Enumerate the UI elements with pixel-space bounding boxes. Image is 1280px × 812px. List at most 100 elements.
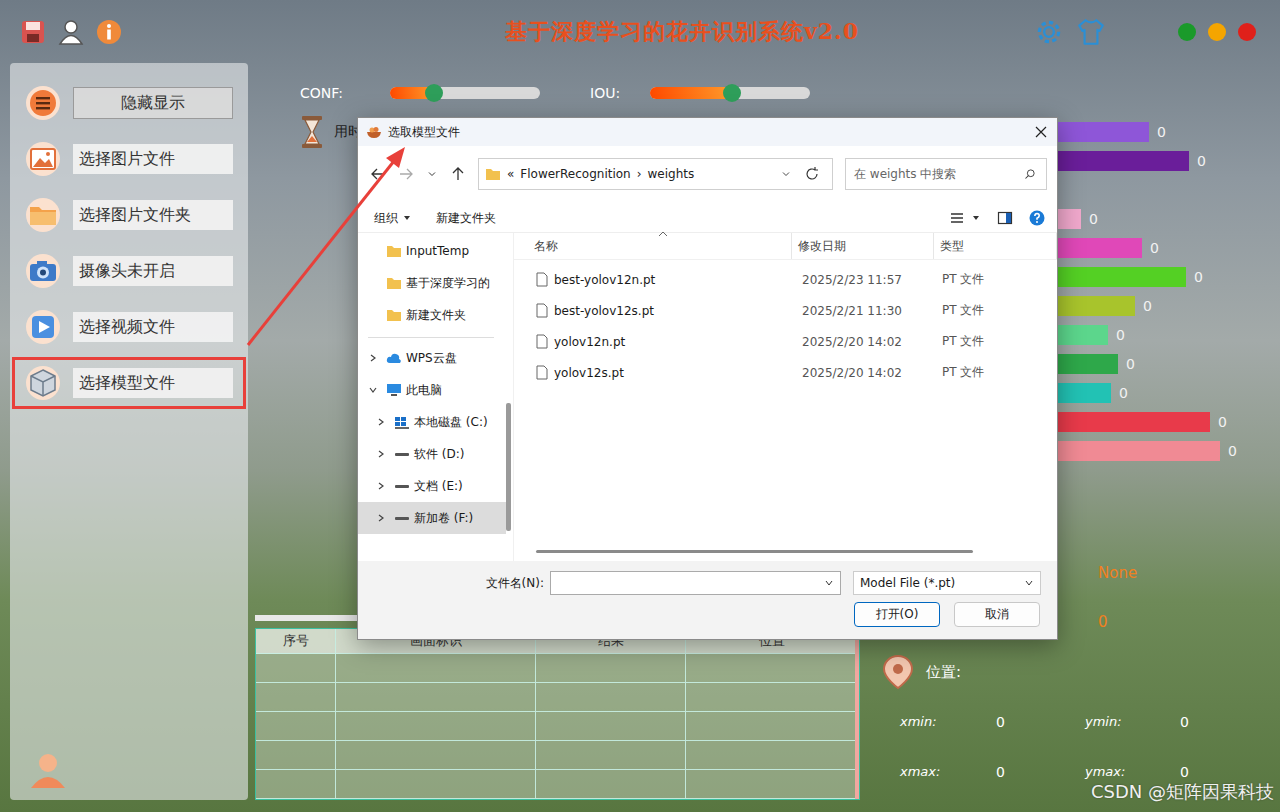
tree-item[interactable]: 基于深度学习的: [358, 267, 506, 299]
refresh-icon[interactable]: [804, 166, 820, 182]
sidebar-item[interactable]: 选择模型文件: [12, 357, 246, 409]
search-field[interactable]: 在 weights 中搜索: [845, 158, 1047, 190]
window-control-dot[interactable]: [1178, 23, 1196, 41]
collapsed-chevron-icon[interactable]: [376, 417, 386, 427]
drive-icon: [394, 447, 410, 461]
tree-item[interactable]: 此电脑: [358, 374, 506, 406]
slider-track[interactable]: [390, 87, 540, 99]
file-list: 名称 修改日期 类型 best-yolov12n.pt2025/2/23 11:5…: [513, 233, 1057, 561]
tree-item[interactable]: InputTemp: [358, 235, 506, 267]
toolbar-button[interactable]: 组织: [374, 210, 412, 227]
shirt-icon[interactable]: [1076, 17, 1106, 47]
tree-item[interactable]: 文档 (E:): [358, 470, 506, 502]
file-type-filter[interactable]: Model File (*.pt): [853, 571, 1041, 595]
user-avatar-icon[interactable]: [28, 750, 68, 790]
sidebar-item[interactable]: 选择图片文件夹: [12, 189, 246, 241]
column-header[interactable]: 序号: [256, 629, 336, 654]
collapsed-chevron-icon[interactable]: [376, 513, 386, 523]
table-cell: [336, 770, 536, 799]
address-caret-icon[interactable]: [780, 168, 792, 180]
table-scrollbar[interactable]: [855, 629, 859, 799]
preview-pane-icon[interactable]: [997, 210, 1013, 226]
sort-ascending-icon: [658, 231, 668, 237]
help-icon[interactable]: [1029, 210, 1045, 226]
history-caret-icon[interactable]: [426, 168, 438, 180]
title-bar: 基于深度学习的花卉识别系统v2.0: [0, 0, 1280, 63]
file-name: best-yolov12n.pt: [554, 273, 655, 287]
window-control-dot[interactable]: [1208, 23, 1226, 41]
dialog-button[interactable]: 打开(O): [854, 602, 940, 627]
back-arrow-icon[interactable]: [370, 166, 386, 182]
tree-item[interactable]: WPS云盘: [358, 342, 506, 374]
location-pin-icon: [880, 654, 916, 690]
collapsed-chevron-icon[interactable]: [368, 353, 378, 363]
horizontal-scrollbar[interactable]: [536, 550, 973, 553]
slider-track[interactable]: [650, 87, 810, 99]
table-row: [256, 741, 859, 770]
dialog-title: 选取模型文件: [388, 124, 1029, 141]
user-icon[interactable]: [58, 19, 84, 45]
dialog-button[interactable]: 取消: [954, 602, 1040, 627]
sidebar-label: 选择图片文件: [73, 144, 233, 174]
file-row[interactable]: best-yolov12s.pt2025/2/21 11:30PT 文件: [514, 295, 1057, 326]
slider: CONF:: [300, 85, 540, 101]
dialog-footer: 文件名(N): Model File (*.pt) 打开(O) 取消: [358, 561, 1057, 639]
file-icon: [536, 334, 548, 349]
annotation-arrow-icon: [0, 0, 1280, 812]
tree-scrollbar[interactable]: [506, 403, 511, 531]
info-icon[interactable]: [96, 19, 122, 45]
tree-label: 基于深度学习的: [406, 275, 490, 292]
coord-value: 0: [1180, 762, 1240, 782]
folder-icon: [485, 167, 501, 181]
filename-label: 文件名(N):: [358, 575, 544, 592]
bar-value: 0: [1157, 124, 1166, 140]
sidebar-item[interactable]: 选择图片文件: [12, 133, 246, 185]
path-segment[interactable]: FlowerRecognition: [520, 167, 630, 181]
view-list-icon[interactable]: [949, 210, 965, 226]
path-prefix: «: [507, 167, 514, 181]
up-arrow-icon[interactable]: [450, 166, 466, 182]
column-header[interactable]: 名称: [514, 233, 792, 259]
file-row[interactable]: yolov12n.pt2025/2/20 14:02PT 文件: [514, 326, 1057, 357]
collapsed-chevron-icon[interactable]: [376, 449, 386, 459]
coord-label: xmin:: [900, 712, 996, 732]
folder-icon: [386, 308, 402, 322]
drive-icon: [394, 479, 410, 493]
filename-field[interactable]: [550, 571, 841, 595]
cloud-icon: [386, 351, 402, 365]
collapsed-chevron-icon[interactable]: [376, 481, 386, 491]
column-header[interactable]: 类型: [934, 233, 1057, 259]
sidebar-item[interactable]: 选择视频文件: [12, 301, 246, 353]
search-icon: [1024, 168, 1036, 180]
path-segment[interactable]: weights: [648, 167, 695, 181]
slider-knob[interactable]: [723, 84, 741, 102]
bar-value: 0: [1143, 298, 1152, 314]
file-type: PT 文件: [934, 302, 1057, 319]
save-icon[interactable]: [20, 19, 46, 45]
tree-label: 本地磁盘 (C:): [414, 414, 488, 431]
file-row[interactable]: yolov12s.pt2025/2/20 14:02PT 文件: [514, 357, 1057, 388]
filename-caret-icon[interactable]: [824, 578, 834, 588]
coord-label: xmax:: [900, 762, 996, 782]
file-name: yolov12s.pt: [554, 366, 624, 380]
tree-item[interactable]: 本地磁盘 (C:): [358, 406, 506, 438]
view-caret-icon[interactable]: [971, 213, 981, 223]
slider-knob[interactable]: [425, 84, 443, 102]
address-bar[interactable]: «FlowerRecognition›weights: [478, 158, 833, 190]
table-cell: [536, 654, 686, 683]
sidebar-item[interactable]: 摄像头未开启: [12, 245, 246, 297]
window-control-dot[interactable]: [1238, 23, 1256, 41]
file-row[interactable]: best-yolov12n.pt2025/2/23 11:57PT 文件: [514, 264, 1057, 295]
column-header[interactable]: 修改日期: [792, 233, 934, 259]
sidebar-item[interactable]: 隐藏显示: [12, 77, 246, 129]
gear-icon[interactable]: [1034, 17, 1064, 47]
expanded-chevron-icon[interactable]: [368, 385, 378, 395]
close-icon[interactable]: [1035, 126, 1047, 138]
tree-item[interactable]: 新建文件夹: [358, 299, 506, 331]
window-controls: [1178, 23, 1256, 41]
forward-arrow-icon[interactable]: [398, 166, 414, 182]
tree-item[interactable]: 软件 (D:): [358, 438, 506, 470]
tree-item[interactable]: 新加卷 (F:): [358, 502, 506, 534]
bar-value: 0: [1228, 443, 1237, 459]
toolbar-button[interactable]: 新建文件夹: [436, 210, 496, 227]
